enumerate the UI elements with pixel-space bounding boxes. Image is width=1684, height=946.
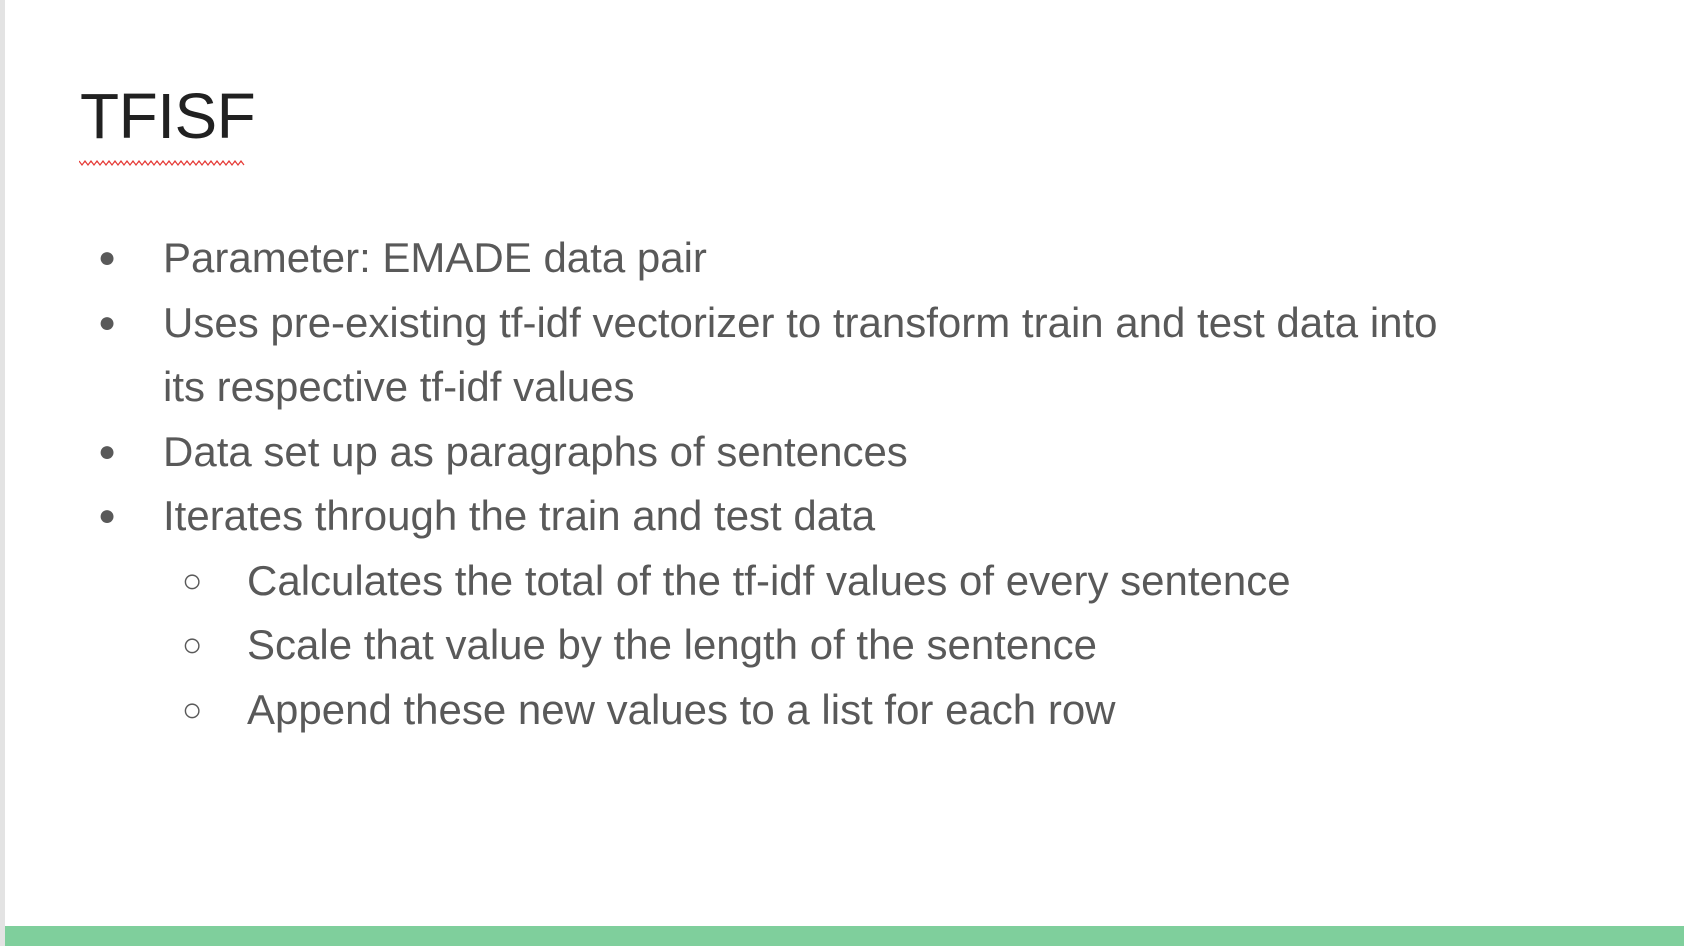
accent-footer-bar	[5, 926, 1684, 946]
list-item[interactable]: ● Iterates through the train and test da…	[5, 484, 1684, 549]
bullet-text: Calculates the total of the tf-idf value…	[247, 556, 1291, 604]
list-item[interactable]: ● Data set up as paragraphs of sentences	[5, 420, 1684, 485]
bullet-list: ● Parameter: EMADE data pair ● Uses pre-…	[5, 226, 1684, 742]
bullet-text: Append these new values to a list for ea…	[247, 685, 1116, 733]
bullet-text: its respective tf-idf values	[163, 363, 635, 410]
bullet-text: Uses pre-existing tf-idf vectorizer to t…	[163, 298, 1438, 346]
bullet-dot-icon: ●	[98, 434, 117, 468]
sub-list-item[interactable]: ○ Append these new values to a list for …	[5, 678, 1684, 743]
slide-canvas[interactable]: TFISF ● Parameter: EMADE data pair ● Use…	[5, 0, 1684, 946]
bullet-circle-icon: ○	[182, 626, 203, 664]
bullet-circle-icon: ○	[182, 690, 203, 729]
bullet-circle-icon: ○	[182, 561, 203, 600]
bullet-text: Scale that value by the length of the se…	[247, 621, 1097, 668]
slide-title[interactable]: TFISF	[80, 78, 256, 155]
list-item-continuation[interactable]: its respective tf-idf values	[5, 355, 1684, 420]
list-item[interactable]: ● Uses pre-existing tf-idf vectorizer to…	[5, 291, 1684, 356]
bullet-dot-icon: ●	[98, 499, 117, 532]
spellcheck-underline-icon	[79, 160, 245, 166]
list-item[interactable]: ● Parameter: EMADE data pair	[5, 226, 1684, 291]
sub-list-item[interactable]: ○ Calculates the total of the tf-idf val…	[5, 549, 1684, 614]
bullet-dot-icon: ●	[98, 241, 117, 274]
bullet-dot-icon: ●	[98, 305, 117, 339]
bullet-text: Iterates through the train and test data	[163, 492, 876, 539]
sub-list-item[interactable]: ○ Scale that value by the length of the …	[5, 613, 1684, 678]
bullet-text: Data set up as paragraphs of sentences	[163, 427, 908, 475]
bullet-text: Parameter: EMADE data pair	[163, 234, 707, 281]
